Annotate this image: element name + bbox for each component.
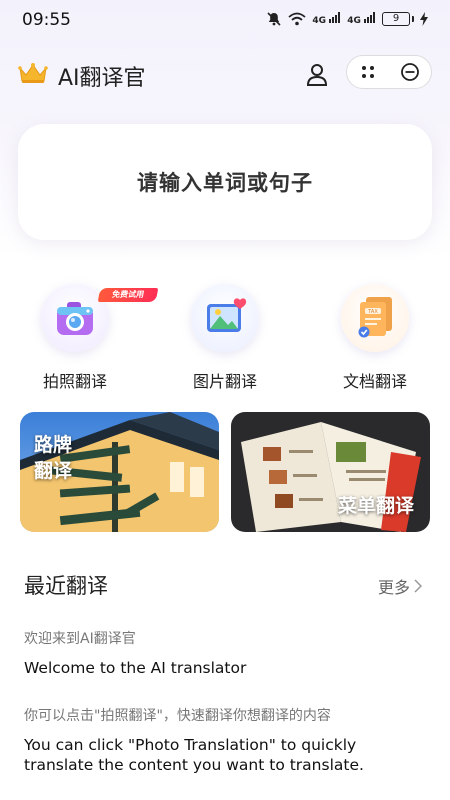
feature-label: 文档翻译: [342, 372, 407, 391]
charging-icon: [420, 12, 428, 26]
signal-1-label: 4G: [312, 16, 327, 26]
banner-label: 路牌 翻译: [34, 432, 72, 484]
chevron-right-icon: [414, 579, 422, 593]
feature-label: 图片翻译: [192, 372, 257, 391]
translate-input-card[interactable]: 请输入单词或句子: [18, 124, 432, 240]
recent-item[interactable]: 你可以点击"拍照翻译"，快速翻译你想翻译的内容 You can click "P…: [24, 705, 424, 775]
recent-target: Welcome to the AI translator: [24, 659, 247, 677]
recent-item[interactable]: 欢迎来到AI翻译官 Welcome to the AI translator: [24, 628, 424, 678]
status-time: 09:55: [22, 10, 71, 30]
feature-image-translate[interactable]: 图片翻译: [166, 284, 286, 394]
document-icon: TAX: [358, 297, 392, 338]
minimize-icon[interactable]: [389, 56, 431, 88]
user-icon[interactable]: [303, 61, 331, 89]
camera-icon: [57, 302, 93, 335]
signal-2-icon: 4G: [347, 12, 376, 26]
feature-icon-bg: [191, 284, 259, 352]
feature-photo-translate[interactable]: 免费试用 拍照翻译: [16, 284, 159, 394]
signal-1-icon: 4G: [312, 12, 341, 26]
banner-label-line2: 翻译: [34, 460, 73, 482]
more-link[interactable]: 更多: [378, 574, 422, 598]
banner-menu-translate[interactable]: 菜单翻译: [231, 412, 430, 532]
banner-label: 菜单翻译: [337, 495, 414, 517]
feature-icon-bg: TAX: [341, 284, 409, 352]
mini-program-capsule: [346, 55, 432, 89]
banner-label-line1: 路牌: [34, 434, 73, 456]
feature-document-translate[interactable]: TAX 文档翻译: [316, 284, 436, 394]
battery-level: 9: [382, 12, 410, 26]
svg-text:TAX: TAX: [367, 309, 378, 315]
more-label: 更多: [377, 578, 410, 597]
battery-icon: 9: [382, 12, 414, 26]
status-icons: 4G 4G 9: [266, 11, 428, 27]
recent-source: 你可以点击"拍照翻译"，快速翻译你想翻译的内容: [24, 708, 331, 724]
recent-source: 欢迎来到AI翻译官: [24, 631, 136, 647]
feature-label: 拍照翻译: [42, 372, 107, 391]
mute-icon: [267, 12, 281, 26]
crown-icon: [18, 63, 48, 83]
banner-signpost-translate[interactable]: 路牌 翻译: [20, 412, 219, 532]
recent-title: 最近翻译: [24, 574, 108, 598]
app-title: AI翻译官: [58, 66, 146, 91]
input-placeholder: 请输入单词或句子: [137, 171, 313, 195]
more-dots-icon[interactable]: [347, 56, 389, 88]
free-trial-badge: 免费试用: [97, 288, 159, 302]
status-bar: 09:55 4G 4G 9: [0, 0, 450, 40]
wifi-icon: [288, 12, 306, 26]
picture-icon: [207, 298, 247, 332]
recent-target: You can click "Photo Translation" to qui…: [24, 736, 364, 774]
app-header: AI翻译官: [0, 52, 450, 96]
signal-2-label: 4G: [347, 16, 361, 26]
